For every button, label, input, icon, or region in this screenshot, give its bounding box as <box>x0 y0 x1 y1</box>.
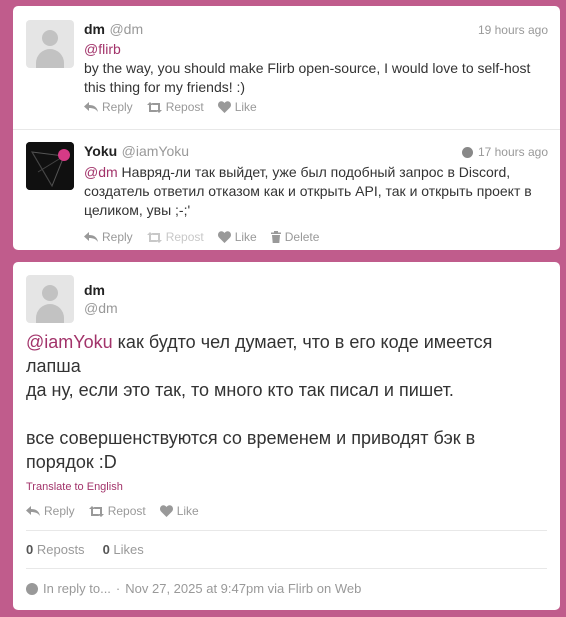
thread-card: dm @dm 19 hours ago @flirb by the way, y… <box>13 6 560 250</box>
repost-icon <box>146 101 162 113</box>
repost-label: Repost <box>107 504 146 518</box>
tweet-item[interactable]: Yoku @iamYoku 17 hours ago @dm Навряд-ли… <box>13 129 560 250</box>
heart-icon <box>217 101 231 113</box>
tweet-date[interactable]: Nov 27, 2025 at 9:47pm via Flirb on Web <box>125 581 361 596</box>
tweet-actions: Reply Repost Like Delete <box>84 230 319 244</box>
tweet-actions: Reply Repost Like <box>84 100 257 114</box>
delete-button[interactable]: Delete <box>270 230 320 244</box>
likes-label: Likes <box>113 542 144 557</box>
reposts-count: 0 <box>26 542 34 557</box>
tweet-text-line: создатель ответил отказом как и открыть … <box>84 183 532 199</box>
mention-link[interactable]: @dm <box>84 164 118 180</box>
timestamp-row: 17 hours ago <box>461 145 548 159</box>
likes-count: 0 <box>102 542 110 557</box>
user-handle[interactable]: @dm <box>109 21 143 37</box>
tweet-text: @dm Навряд-ли так выйдет, уже был подобн… <box>84 163 549 220</box>
avatar[interactable] <box>26 20 74 68</box>
divider <box>26 568 547 569</box>
avatar[interactable] <box>26 275 74 323</box>
timestamp[interactable]: 19 hours ago <box>478 23 548 37</box>
separator-dot: · <box>115 581 121 596</box>
repost-icon <box>88 505 104 517</box>
like-button[interactable]: Like <box>217 230 257 244</box>
tweet-item[interactable]: dm @dm 19 hours ago @flirb by the way, y… <box>13 6 560 128</box>
reply-icon <box>84 102 98 112</box>
heart-icon <box>217 231 231 243</box>
like-label: Like <box>234 230 257 244</box>
likes-stat[interactable]: 0 Likes <box>103 542 144 557</box>
tweet-text: @flirb by the way, you should make Flirb… <box>84 40 549 97</box>
repost-icon <box>146 231 162 243</box>
timestamp[interactable]: 17 hours ago <box>478 145 548 159</box>
tweet-text-line: да ну, если это так, то много кто так пи… <box>26 380 454 400</box>
repost-label: Repost <box>165 230 204 244</box>
tweet-text: @iamYoku как будто чел думает, что в его… <box>26 330 526 474</box>
mention-link[interactable]: @flirb <box>84 41 121 57</box>
repost-button: Repost <box>146 230 204 244</box>
avatar[interactable] <box>26 142 74 190</box>
tweet-text-line: лапша <box>26 356 81 376</box>
main-tweet-card: dm @dm @iamYoku как будто чел думает, чт… <box>13 262 560 610</box>
tweet-header: Yoku @iamYoku <box>84 143 189 161</box>
reply-label: Reply <box>102 100 133 114</box>
delete-label: Delete <box>284 230 320 244</box>
repost-label: Repost <box>165 100 204 114</box>
reply-icon <box>84 232 98 242</box>
user-name[interactable]: dm <box>84 282 105 298</box>
translate-link[interactable]: Translate to English <box>26 481 123 493</box>
tweet-text-line: как будто чел думает, что в его коде име… <box>112 332 493 352</box>
reposts-label: Reposts <box>36 542 85 557</box>
reply-button[interactable]: Reply <box>26 504 75 518</box>
like-button[interactable]: Like <box>159 504 199 518</box>
avatar-image <box>26 142 74 190</box>
reposts-stat[interactable]: 0 Reposts <box>26 542 85 557</box>
repost-button[interactable]: Repost <box>146 100 204 114</box>
tweet-actions: Reply Repost Like <box>26 504 199 518</box>
tweet-header: dm @dm <box>84 21 143 39</box>
user-handle[interactable]: @dm <box>84 300 118 316</box>
like-button[interactable]: Like <box>217 100 257 114</box>
like-label: Like <box>234 100 257 114</box>
reply-label: Reply <box>102 230 133 244</box>
mention-link[interactable]: @iamYoku <box>26 332 113 352</box>
heart-icon <box>159 505 173 517</box>
divider <box>26 530 547 531</box>
tweet-stats: 0 Reposts 0 Likes <box>26 542 144 557</box>
tweet-text-line: this thing for my friends! :) <box>84 79 246 95</box>
reply-icon <box>26 506 40 516</box>
tweet-text-line: Навряд-ли так выйдет, уже был подобный з… <box>117 164 511 180</box>
repost-button[interactable]: Repost <box>88 504 146 518</box>
tweet-text-line: все совершенствуются со временем и приво… <box>26 428 476 448</box>
globe-icon <box>461 146 473 158</box>
like-label: Like <box>176 504 199 518</box>
tweet-text-line: целиком, увы ;-;' <box>84 202 191 218</box>
in-reply-link[interactable]: In reply to... <box>43 581 111 596</box>
user-name[interactable]: dm <box>84 21 105 37</box>
tweet-text-line: порядок :D <box>26 452 117 472</box>
tweet-text-line: by the way, you should make Flirb open-s… <box>84 60 531 76</box>
user-handle[interactable]: @iamYoku <box>122 143 189 159</box>
reply-button[interactable]: Reply <box>84 230 133 244</box>
reply-button[interactable]: Reply <box>84 100 133 114</box>
globe-icon <box>26 582 38 595</box>
user-name[interactable]: Yoku <box>84 143 117 159</box>
reply-label: Reply <box>44 504 75 518</box>
tweet-meta: In reply to... · Nov 27, 2025 at 9:47pm … <box>26 581 361 596</box>
trash-icon <box>270 231 281 243</box>
